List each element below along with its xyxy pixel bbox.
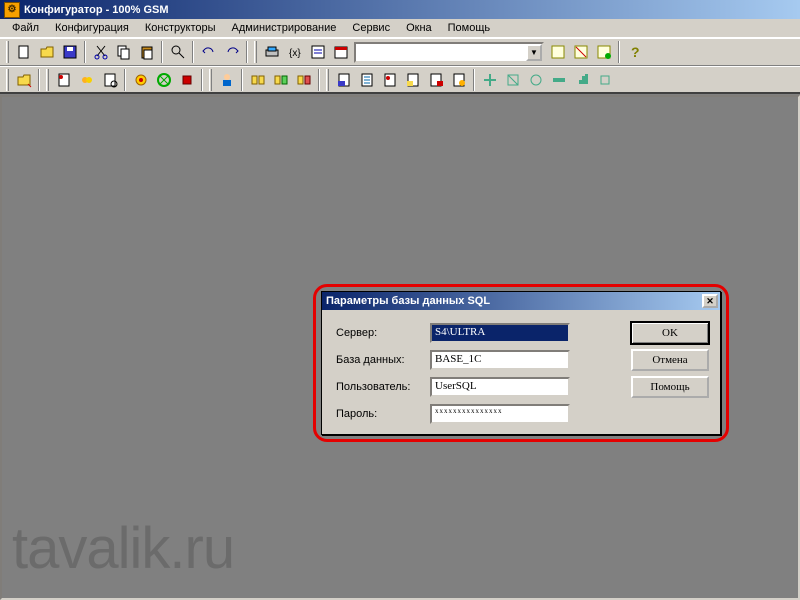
- toolbar-grip[interactable]: [326, 69, 329, 91]
- run-icon[interactable]: [260, 41, 283, 63]
- svg-text:?: ?: [631, 44, 640, 60]
- doc3-icon[interactable]: [378, 69, 401, 91]
- toolbar-grip[interactable]: [254, 41, 257, 63]
- window-title: Конфигуратор - 100% GSM: [24, 4, 169, 16]
- menu-constr[interactable]: Конструкторы: [138, 20, 223, 36]
- filter2-icon[interactable]: [569, 41, 592, 63]
- col-green-icon[interactable]: [152, 69, 175, 91]
- doc4-icon[interactable]: [401, 69, 424, 91]
- paste-icon[interactable]: [135, 41, 158, 63]
- sql-params-dialog: Параметры базы данных SQL ✕ Сервер: S4\U…: [321, 291, 721, 435]
- cancel-button[interactable]: Отмена: [631, 349, 709, 371]
- menu-admin[interactable]: Администрирование: [225, 20, 344, 36]
- act6-icon[interactable]: [593, 69, 616, 91]
- copy-icon[interactable]: [112, 41, 135, 63]
- watermark-text: tavalik.ru: [12, 515, 234, 582]
- label-server: Сервер:: [336, 327, 426, 339]
- mod3-icon[interactable]: [98, 69, 121, 91]
- user-icon[interactable]: [215, 69, 238, 91]
- doc5-icon[interactable]: [424, 69, 447, 91]
- find-icon[interactable]: [166, 41, 189, 63]
- label-user: Пользователь:: [336, 381, 426, 393]
- doc1-icon[interactable]: [332, 69, 355, 91]
- filter3-icon[interactable]: [592, 41, 615, 63]
- toolbar-grip[interactable]: [209, 69, 212, 91]
- mod1-icon[interactable]: [52, 69, 75, 91]
- toolbar-row-2: [0, 66, 800, 94]
- col-red-icon[interactable]: [129, 69, 152, 91]
- grp2-icon[interactable]: [269, 69, 292, 91]
- database-field[interactable]: BASE_1C: [430, 350, 570, 370]
- server-field[interactable]: S4\ULTRA: [430, 323, 570, 343]
- app-icon: ⚙: [4, 2, 20, 18]
- menu-windows[interactable]: Окна: [399, 20, 439, 36]
- debug-icon[interactable]: [306, 41, 329, 63]
- menu-file[interactable]: Файл: [5, 20, 46, 36]
- act2-icon[interactable]: [501, 69, 524, 91]
- calendar-icon[interactable]: [329, 41, 352, 63]
- undo-icon[interactable]: [197, 41, 220, 63]
- filter1-icon[interactable]: [546, 41, 569, 63]
- syntax-icon[interactable]: {x}: [283, 41, 306, 63]
- doc2-icon[interactable]: [355, 69, 378, 91]
- act1-icon[interactable]: [478, 69, 501, 91]
- dialog-titlebar[interactable]: Параметры базы данных SQL ✕: [322, 292, 720, 310]
- cfg-open-icon[interactable]: [12, 69, 35, 91]
- user-field[interactable]: UserSQL: [430, 377, 570, 397]
- grp3-icon[interactable]: [292, 69, 315, 91]
- act3-icon[interactable]: [524, 69, 547, 91]
- cut-icon[interactable]: [89, 41, 112, 63]
- help-button[interactable]: Помощь: [631, 376, 709, 398]
- dialog-title: Параметры базы данных SQL: [326, 295, 490, 307]
- doc6-icon[interactable]: [447, 69, 470, 91]
- save-icon[interactable]: [58, 41, 81, 63]
- redo-icon[interactable]: [220, 41, 243, 63]
- toolbars: {x} ▼ ?: [0, 38, 800, 94]
- act5-icon[interactable]: [570, 69, 593, 91]
- toolbar-grip[interactable]: [46, 69, 49, 91]
- menu-bar: Файл Конфигурация Конструкторы Администр…: [0, 19, 800, 38]
- svg-text:{x}: {x}: [289, 48, 301, 59]
- act4-icon[interactable]: [547, 69, 570, 91]
- ok-button[interactable]: OK: [631, 322, 709, 344]
- menu-help[interactable]: Помощь: [441, 20, 498, 36]
- toolbar-grip[interactable]: [6, 69, 9, 91]
- open-icon[interactable]: [35, 41, 58, 63]
- chevron-down-icon[interactable]: ▼: [526, 44, 542, 61]
- password-field[interactable]: xxxxxxxxxxxxxxx: [430, 404, 570, 424]
- toolbar-grip[interactable]: [6, 41, 9, 63]
- col-blue-icon[interactable]: [175, 69, 198, 91]
- menu-service[interactable]: Сервис: [345, 20, 397, 36]
- mod2-icon[interactable]: [75, 69, 98, 91]
- menu-config[interactable]: Конфигурация: [48, 20, 136, 36]
- toolbar-row-1: {x} ▼ ?: [0, 38, 800, 66]
- close-icon[interactable]: ✕: [702, 294, 718, 308]
- label-password: Пароль:: [336, 408, 426, 420]
- new-icon[interactable]: [12, 41, 35, 63]
- help-icon[interactable]: ?: [623, 41, 646, 63]
- window-titlebar: ⚙ Конфигуратор - 100% GSM: [0, 0, 800, 19]
- toolbar-combo[interactable]: ▼: [354, 42, 544, 63]
- label-database: База данных:: [336, 354, 426, 366]
- grp1-icon[interactable]: [246, 69, 269, 91]
- dialog-body: Сервер: S4\ULTRA OK База данных: BASE_1C…: [322, 310, 720, 433]
